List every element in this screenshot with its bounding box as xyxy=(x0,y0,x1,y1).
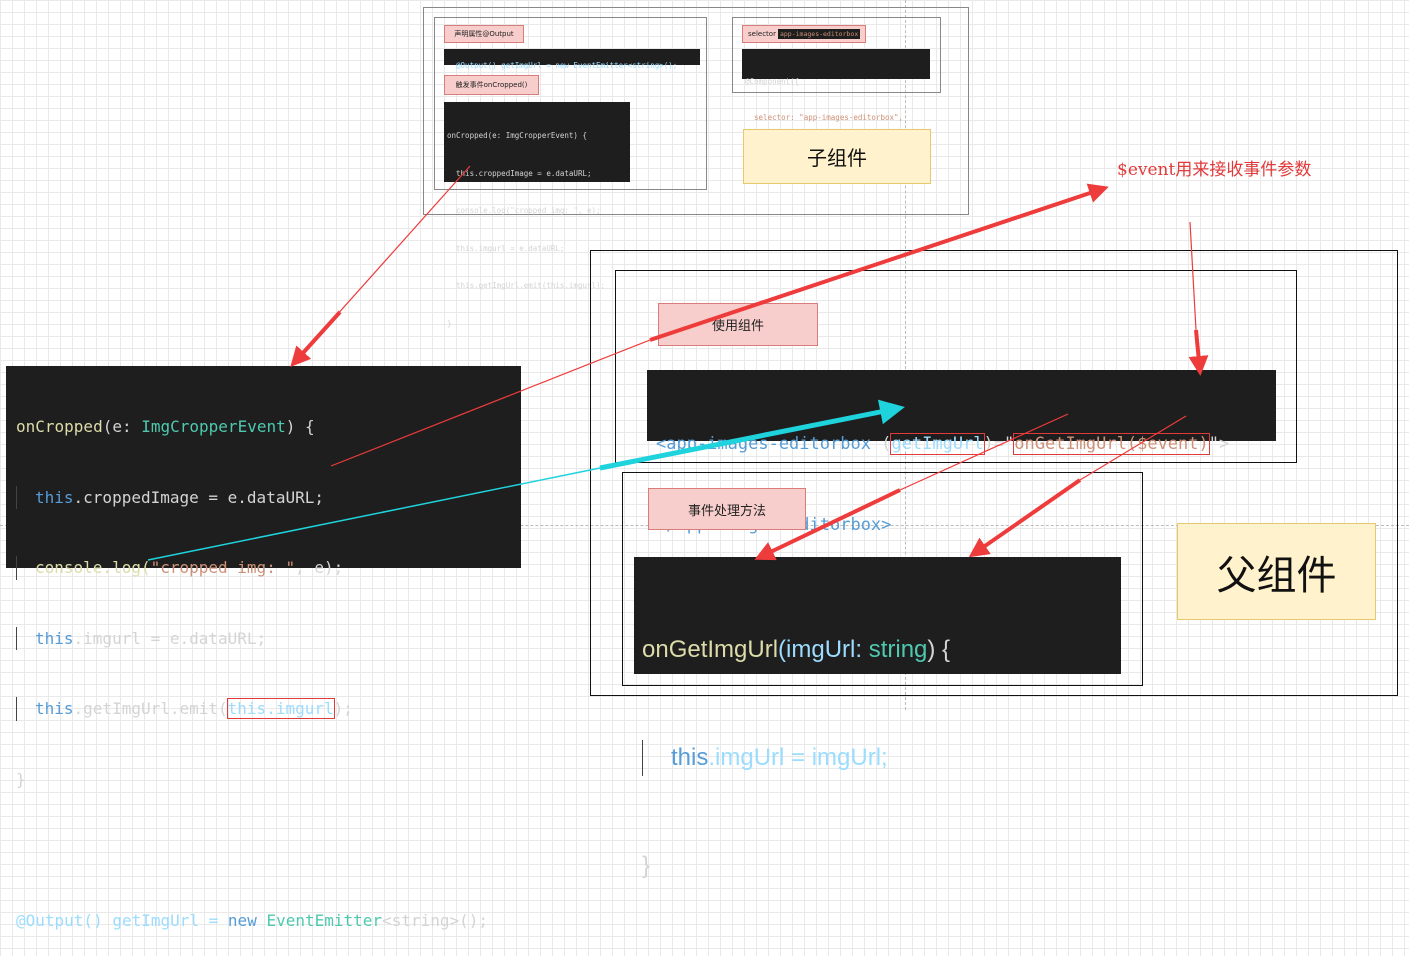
usage-event-binding: getImgUrl xyxy=(890,433,985,455)
left-code-line-4: this.imgurl = e.dataURL; xyxy=(16,626,511,650)
left-code-line-7 xyxy=(16,838,511,862)
label-declare-output-text: 声明属性@Output xyxy=(454,30,514,38)
left-code-block: onCropped(e: ImgCropperEvent) { this.cro… xyxy=(6,366,521,930)
child-output-code-text: @Output() getImgUrl = new EventEmitter<s… xyxy=(456,61,678,70)
child-output-code: @Output() getImgUrl = new EventEmitter<s… xyxy=(444,49,700,70)
left-line5-highlight: this.imgurl xyxy=(226,698,335,719)
left-line8-type: EventEmitter xyxy=(256,910,383,930)
child-small-code: onCropped(e: ImgCropperEvent) { this.cro… xyxy=(444,102,630,328)
child-component-title-text: 子组件 xyxy=(807,146,867,170)
label-trigger-event-text: 触发事件onCropped() xyxy=(455,81,528,89)
handler-this: this xyxy=(671,744,709,771)
usage-tag-open: <app-images-editorbox xyxy=(656,434,882,454)
left-line8-b: <string>(); xyxy=(382,910,489,930)
usage-handler-call: onGetImgUrl($event) xyxy=(1013,433,1210,455)
parent-component-title-text: 父组件 xyxy=(1216,552,1337,599)
parent-component-title: 父组件 xyxy=(1177,523,1376,620)
left-code-line-6: } xyxy=(16,769,26,789)
label-selector-value: app-images-editorbox xyxy=(777,29,861,39)
left-code-line-8: @Output() getImgUrl = new EventEmitter<s… xyxy=(16,909,511,933)
left-line3-end: , e); xyxy=(295,558,344,577)
left-line2-rest: .croppedImage = e.dataURL; xyxy=(73,487,324,507)
arrow-child-to-left-code-head xyxy=(290,310,342,367)
small-code-line-2: this.croppedImage = e.dataURL; xyxy=(447,168,592,178)
left-line1-rest: (e: xyxy=(102,417,142,436)
left-line8-a: @Output() getImgUrl = xyxy=(16,910,228,930)
label-use-component-text: 使用组件 xyxy=(711,319,764,334)
left-line5-rest: .getImgUrl.emit( xyxy=(73,699,228,718)
handler-code-line-1: onGetImgUrl(imgUrl: string) { xyxy=(642,632,1113,668)
handler-type: string xyxy=(868,636,928,663)
left-line4-this: this xyxy=(35,628,74,648)
left-line5-this: this xyxy=(35,699,74,718)
child-component-code: @Component({ selector: "app-images-edito… xyxy=(742,49,930,122)
label-event-handler-text: 事件处理方法 xyxy=(687,503,766,519)
left-type-imgcropperevent: ImgCropperEvent xyxy=(141,417,286,436)
label-declare-output: 声明属性@Output xyxy=(444,25,524,43)
label-event-handler: 事件处理方法 xyxy=(648,488,806,530)
left-line4-rest: .imgurl = e.dataURL; xyxy=(73,628,267,648)
event-annotation: $event用来接收事件参数 xyxy=(1117,155,1311,180)
component-code-line-2: selector: "app-images-editorbox", xyxy=(745,113,904,122)
left-line8-new: new xyxy=(227,910,257,930)
handler-code-line-3: } xyxy=(642,852,651,879)
left-code-line-1: onCropped(e: ImgCropperEvent) { xyxy=(16,415,511,439)
event-annotation-text: $event用来接收事件参数 xyxy=(1117,160,1312,180)
left-code-line-2: this.croppedImage = e.dataURL; xyxy=(16,485,511,509)
handler-code-line-2: this.imgUrl = imgUrl; xyxy=(642,740,1113,776)
left-line5-end: ); xyxy=(333,699,353,718)
left-fn-oncropped: onCropped xyxy=(16,417,103,436)
handler-params: (imgUrl: xyxy=(778,636,869,663)
usage-code-line-1: <app-images-editorbox (getImgUrl)="onGet… xyxy=(656,431,1267,458)
left-code-line-3: console.log("cropped img: ", e); xyxy=(16,556,511,580)
label-trigger-event: 触发事件onCropped() xyxy=(444,75,539,95)
parent-usage-code: <app-images-editorbox (getImgUrl)="onGet… xyxy=(647,370,1276,535)
left-line2-this: this xyxy=(35,487,74,507)
usage-paren-close: ) xyxy=(983,434,994,454)
child-component-title: 子组件 xyxy=(743,129,931,184)
small-code-line-1: onCropped(e: ImgCropperEvent) { xyxy=(447,131,587,140)
left-line3-str: "cropped img: " xyxy=(150,558,296,577)
label-selector-text: selector xyxy=(748,30,776,38)
usage-eq: =" xyxy=(993,434,1015,454)
left-line3-fn: console.log( xyxy=(35,558,151,577)
handler-end: ) { xyxy=(927,636,951,663)
usage-paren-open: ( xyxy=(881,434,892,454)
label-use-component: 使用组件 xyxy=(658,303,818,346)
small-code-line-3: console.log("cropped img: ", e); xyxy=(447,206,601,215)
usage-close-quote: "> xyxy=(1208,434,1230,454)
label-selector: selector app-images-editorbox xyxy=(742,25,866,43)
parent-handler-code: onGetImgUrl(imgUrl: string) { this.imgUr… xyxy=(634,557,1121,879)
handler-fn-name: onGetImgUrl xyxy=(642,636,779,663)
handler-body: .imgUrl = imgUrl; xyxy=(708,744,888,771)
component-code-line-1: @Component({ xyxy=(745,77,800,86)
left-line1-end: ) { xyxy=(285,417,315,436)
left-code-line-5: this.getImgUrl.emit(this.imgurl); xyxy=(16,697,511,721)
